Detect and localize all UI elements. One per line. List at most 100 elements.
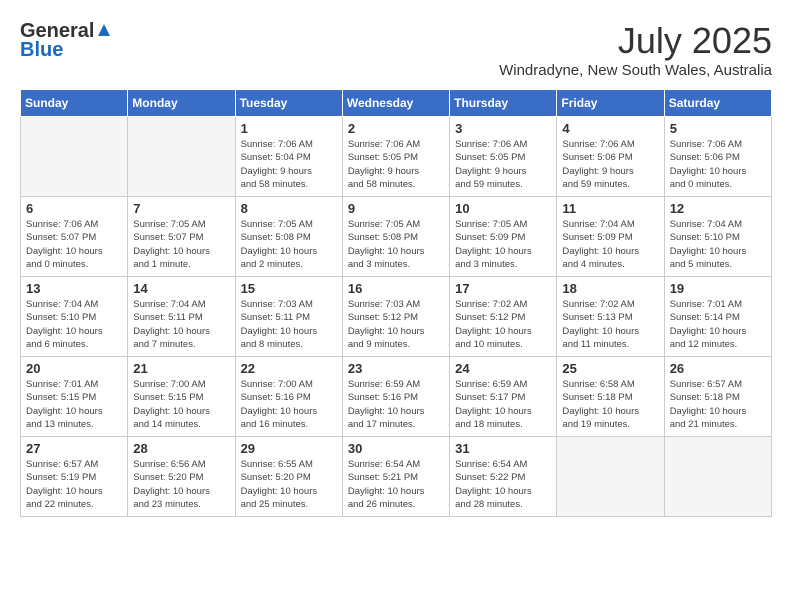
day-number: 9 [348, 201, 444, 216]
day-info: Sunrise: 7:04 AM Sunset: 5:10 PM Dayligh… [670, 218, 766, 271]
calendar-cell [128, 117, 235, 197]
day-number: 2 [348, 121, 444, 136]
calendar-cell: 12 Sunrise: 7:04 AM Sunset: 5:10 PM Dayli… [664, 197, 771, 277]
day-info: Sunrise: 6:54 AM Sunset: 5:21 PM Dayligh… [348, 458, 444, 511]
day-info: Sunrise: 7:01 AM Sunset: 5:14 PM Dayligh… [670, 298, 766, 351]
day-number: 5 [670, 121, 766, 136]
day-info: Sunrise: 7:00 AM Sunset: 5:16 PM Dayligh… [241, 378, 337, 431]
title-block: July 2025 Windradyne, New South Wales, A… [499, 20, 772, 79]
week-row-4: 20 Sunrise: 7:01 AM Sunset: 5:15 PM Dayli… [21, 357, 772, 437]
day-number: 8 [241, 201, 337, 216]
day-info: Sunrise: 7:01 AM Sunset: 5:15 PM Dayligh… [26, 378, 122, 431]
logo-arrow-icon [96, 22, 112, 43]
day-number: 17 [455, 281, 551, 296]
week-row-2: 6 Sunrise: 7:06 AM Sunset: 5:07 PM Daylig… [21, 197, 772, 277]
day-info: Sunrise: 6:54 AM Sunset: 5:22 PM Dayligh… [455, 458, 551, 511]
day-number: 20 [26, 361, 122, 376]
month-title: July 2025 [499, 20, 772, 62]
calendar-cell: 29Sunrise: 6:55 AM Sunset: 5:20 PM Dayli… [235, 437, 342, 517]
day-info: Sunrise: 7:05 AM Sunset: 5:08 PM Dayligh… [241, 218, 337, 271]
location-title: Windradyne, New South Wales, Australia [499, 62, 772, 79]
day-info: Sunrise: 7:00 AM Sunset: 5:15 PM Dayligh… [133, 378, 229, 431]
calendar-cell: 9 Sunrise: 7:05 AM Sunset: 5:08 PM Daylig… [342, 197, 449, 277]
day-number: 18 [562, 281, 658, 296]
calendar-cell: 22 Sunrise: 7:00 AM Sunset: 5:16 PM Dayli… [235, 357, 342, 437]
calendar-cell: 30 Sunrise: 6:54 AM Sunset: 5:21 PM Dayli… [342, 437, 449, 517]
calendar-cell: 23 Sunrise: 6:59 AM Sunset: 5:16 PM Dayli… [342, 357, 449, 437]
weekday-header-friday: Friday [557, 90, 664, 117]
calendar-cell: 27 Sunrise: 6:57 AM Sunset: 5:19 PM Dayli… [21, 437, 128, 517]
day-number: 23 [348, 361, 444, 376]
calendar-cell: 24 Sunrise: 6:59 AM Sunset: 5:17 PM Dayli… [450, 357, 557, 437]
day-info: Sunrise: 6:59 AM Sunset: 5:16 PM Dayligh… [348, 378, 444, 431]
day-number: 22 [241, 361, 337, 376]
day-number: 27 [26, 441, 122, 456]
day-number: 1 [241, 121, 337, 136]
day-number: 10 [455, 201, 551, 216]
calendar-cell: 6 Sunrise: 7:06 AM Sunset: 5:07 PM Daylig… [21, 197, 128, 277]
day-info: Sunrise: 6:55 AM Sunset: 5:20 PM Dayligh… [241, 458, 337, 511]
day-number: 6 [26, 201, 122, 216]
day-info: Sunrise: 7:06 AM Sunset: 5:06 PM Dayligh… [670, 138, 766, 191]
day-info: Sunrise: 7:04 AM Sunset: 5:11 PM Dayligh… [133, 298, 229, 351]
calendar-cell [21, 117, 128, 197]
calendar-cell: 11 Sunrise: 7:04 AM Sunset: 5:09 PM Dayli… [557, 197, 664, 277]
week-row-1: 1 Sunrise: 7:06 AM Sunset: 5:04 PM Daylig… [21, 117, 772, 197]
calendar-cell: 18 Sunrise: 7:02 AM Sunset: 5:13 PM Dayli… [557, 277, 664, 357]
weekday-header-saturday: Saturday [664, 90, 771, 117]
calendar-cell: 10 Sunrise: 7:05 AM Sunset: 5:09 PM Dayli… [450, 197, 557, 277]
logo: General Blue [20, 20, 112, 62]
day-info: Sunrise: 6:59 AM Sunset: 5:17 PM Dayligh… [455, 378, 551, 431]
weekday-header-tuesday: Tuesday [235, 90, 342, 117]
day-info: Sunrise: 6:56 AM Sunset: 5:20 PM Dayligh… [133, 458, 229, 511]
day-number: 30 [348, 441, 444, 456]
day-number: 13 [26, 281, 122, 296]
day-number: 21 [133, 361, 229, 376]
weekday-header-sunday: Sunday [21, 90, 128, 117]
calendar-cell: 21 Sunrise: 7:00 AM Sunset: 5:15 PM Dayli… [128, 357, 235, 437]
weekday-header-monday: Monday [128, 90, 235, 117]
day-info: Sunrise: 7:06 AM Sunset: 5:05 PM Dayligh… [455, 138, 551, 191]
weekday-header-wednesday: Wednesday [342, 90, 449, 117]
day-info: Sunrise: 6:58 AM Sunset: 5:18 PM Dayligh… [562, 378, 658, 431]
day-number: 24 [455, 361, 551, 376]
day-number: 28 [133, 441, 229, 456]
day-info: Sunrise: 7:02 AM Sunset: 5:12 PM Dayligh… [455, 298, 551, 351]
calendar-cell: 1 Sunrise: 7:06 AM Sunset: 5:04 PM Daylig… [235, 117, 342, 197]
day-number: 26 [670, 361, 766, 376]
page-header: General Blue July 2025 Windradyne, New S… [20, 20, 772, 79]
day-info: Sunrise: 7:06 AM Sunset: 5:07 PM Dayligh… [26, 218, 122, 271]
day-number: 16 [348, 281, 444, 296]
week-row-5: 27 Sunrise: 6:57 AM Sunset: 5:19 PM Dayli… [21, 437, 772, 517]
calendar-cell: 7Sunrise: 7:05 AM Sunset: 5:07 PM Daylig… [128, 197, 235, 277]
calendar-table: SundayMondayTuesdayWednesdayThursdayFrid… [20, 89, 772, 517]
day-info: Sunrise: 7:04 AM Sunset: 5:10 PM Dayligh… [26, 298, 122, 351]
day-info: Sunrise: 7:06 AM Sunset: 5:04 PM Dayligh… [241, 138, 337, 191]
day-info: Sunrise: 7:05 AM Sunset: 5:08 PM Dayligh… [348, 218, 444, 271]
day-number: 14 [133, 281, 229, 296]
calendar-cell: 26 Sunrise: 6:57 AM Sunset: 5:18 PM Dayli… [664, 357, 771, 437]
day-number: 12 [670, 201, 766, 216]
logo-blue-text: Blue [20, 39, 63, 62]
day-info: Sunrise: 7:04 AM Sunset: 5:09 PM Dayligh… [562, 218, 658, 271]
day-number: 4 [562, 121, 658, 136]
day-number: 25 [562, 361, 658, 376]
day-info: Sunrise: 7:05 AM Sunset: 5:09 PM Dayligh… [455, 218, 551, 271]
day-info: Sunrise: 6:57 AM Sunset: 5:18 PM Dayligh… [670, 378, 766, 431]
day-number: 15 [241, 281, 337, 296]
calendar-cell: 20 Sunrise: 7:01 AM Sunset: 5:15 PM Dayli… [21, 357, 128, 437]
day-info: Sunrise: 7:06 AM Sunset: 5:05 PM Dayligh… [348, 138, 444, 191]
day-info: Sunrise: 6:57 AM Sunset: 5:19 PM Dayligh… [26, 458, 122, 511]
calendar-cell: 25 Sunrise: 6:58 AM Sunset: 5:18 PM Dayli… [557, 357, 664, 437]
day-number: 11 [562, 201, 658, 216]
calendar-cell: 2 Sunrise: 7:06 AM Sunset: 5:05 PM Daylig… [342, 117, 449, 197]
day-info: Sunrise: 7:03 AM Sunset: 5:11 PM Dayligh… [241, 298, 337, 351]
day-info: Sunrise: 7:02 AM Sunset: 5:13 PM Dayligh… [562, 298, 658, 351]
calendar-cell: 3Sunrise: 7:06 AM Sunset: 5:05 PM Daylig… [450, 117, 557, 197]
calendar-cell: 28 Sunrise: 6:56 AM Sunset: 5:20 PM Dayli… [128, 437, 235, 517]
calendar-cell: 14 Sunrise: 7:04 AM Sunset: 5:11 PM Dayli… [128, 277, 235, 357]
calendar-cell: 8 Sunrise: 7:05 AM Sunset: 5:08 PM Daylig… [235, 197, 342, 277]
day-number: 31 [455, 441, 551, 456]
calendar-cell: 5 Sunrise: 7:06 AM Sunset: 5:06 PM Daylig… [664, 117, 771, 197]
day-info: Sunrise: 7:03 AM Sunset: 5:12 PM Dayligh… [348, 298, 444, 351]
